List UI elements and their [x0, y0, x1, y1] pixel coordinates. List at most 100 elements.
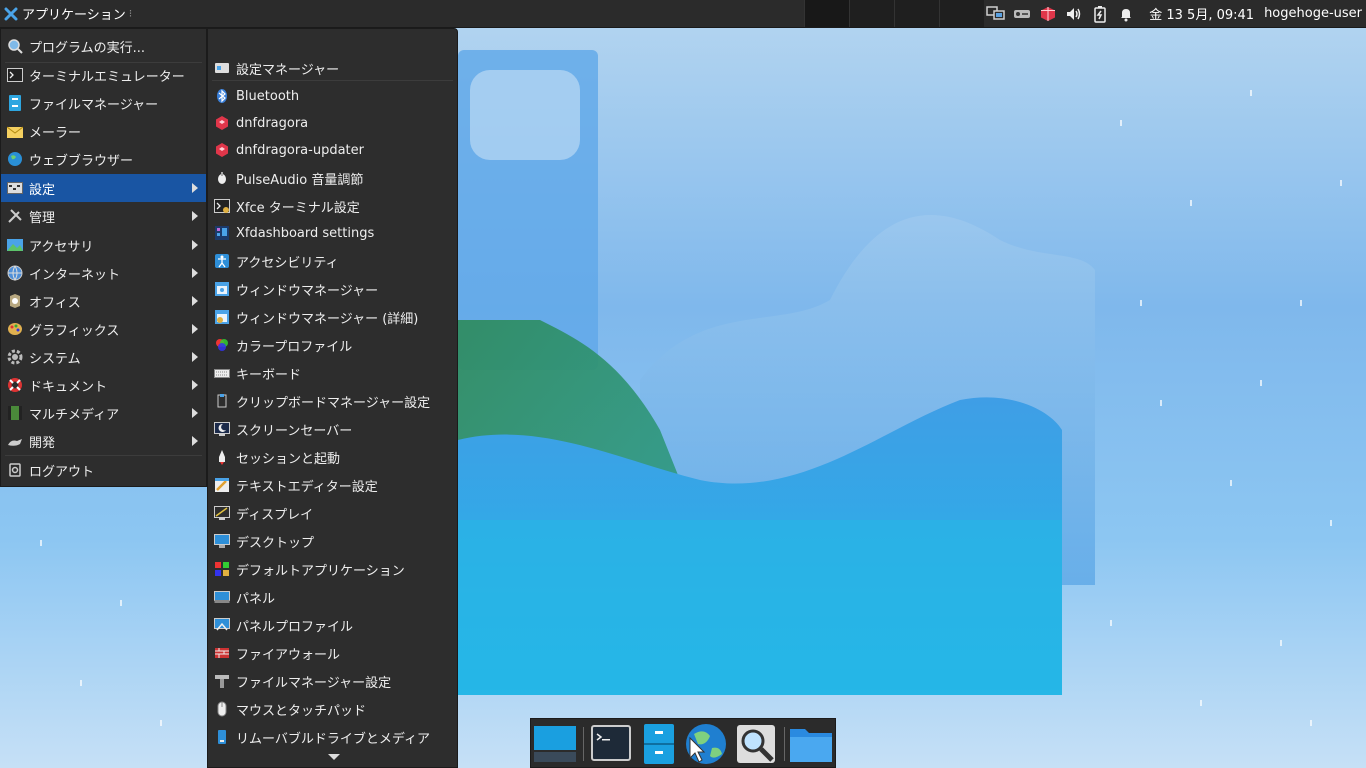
menu-item-label: 開発	[29, 435, 56, 451]
clock[interactable]: 金 13 5月, 09:41	[1149, 4, 1254, 23]
workspace-2[interactable]	[849, 0, 894, 27]
terminal-icon	[7, 67, 23, 83]
settings-item-label: ディスプレイ	[236, 507, 314, 523]
settings-item-window-manager[interactable]: ウィンドウマネージャー	[208, 275, 457, 303]
settings-item-panel[interactable]: パネル	[208, 583, 457, 611]
settings-item-label: Xfdashboard settings	[236, 225, 375, 241]
mail-icon	[6, 123, 24, 139]
development-icon	[7, 433, 23, 449]
menu-item-label: システム	[29, 351, 81, 367]
settings-item-window-manager-tweaks[interactable]: ウィンドウマネージャー (詳細)	[208, 303, 457, 331]
submenu-arrow-icon	[192, 352, 198, 362]
settings-item-screensaver[interactable]: スクリーンセーバー	[208, 415, 457, 443]
accessories-icon	[7, 237, 23, 253]
settings-item-label: dnfdragora-updater	[236, 142, 364, 158]
applications-menu-button[interactable]: アプリケーション ⁝	[0, 0, 138, 27]
xfdashboard-icon	[214, 225, 230, 241]
submenu-arrow-icon	[192, 380, 198, 390]
menu-item-logout[interactable]: ログアウト	[1, 456, 206, 484]
menu-item-mail[interactable]: メーラー	[1, 117, 206, 145]
menu-item-system[interactable]: システム	[1, 343, 206, 371]
menu-item-label: プログラムの実行...	[29, 40, 146, 56]
menu-item-settings[interactable]: 設定	[1, 174, 206, 202]
submenu-arrow-icon	[192, 183, 198, 193]
menu-item-accessories[interactable]: アクセサリ	[1, 231, 206, 259]
settings-item-default-apps[interactable]: デフォルトアプリケーション	[208, 555, 457, 583]
volume-icon[interactable]	[1063, 3, 1085, 25]
settings-item-bluetooth[interactable]: Bluetooth	[208, 82, 457, 110]
workspace-1[interactable]	[804, 0, 849, 27]
settings-item-display[interactable]: ディスプレイ	[208, 499, 457, 527]
show-desktop-icon[interactable]	[533, 722, 577, 766]
terminal-icon[interactable]	[589, 722, 633, 766]
battery-icon[interactable]	[1089, 3, 1111, 25]
panel-separator-handle[interactable]: ⁝	[129, 7, 133, 20]
mouse-icon	[214, 701, 230, 717]
graphics-icon	[7, 321, 23, 337]
web-browser-icon[interactable]	[684, 722, 728, 766]
settings-item-panel-profile[interactable]: パネルプロファイル	[208, 611, 457, 639]
panel-icon	[214, 589, 230, 605]
menu-item-file-manager[interactable]: ファイルマネージャー	[1, 89, 206, 117]
display-icon	[214, 505, 230, 521]
settings-item-desktop[interactable]: デスクトップ	[208, 527, 457, 555]
settings-item-settings-manager[interactable]: 設定マネージャー	[208, 54, 457, 82]
firewall-icon	[214, 645, 230, 661]
network-icon[interactable]	[985, 3, 1007, 25]
settings-item-keyboard[interactable]: キーボード	[208, 359, 457, 387]
menu-item-terminal[interactable]: ターミナルエミュレーター	[1, 61, 206, 89]
workspace-3[interactable]	[894, 0, 939, 27]
settings-item-label: Bluetooth	[236, 88, 300, 104]
system-gear-icon	[7, 349, 23, 365]
settings-item-text-editor[interactable]: テキストエディター設定	[208, 471, 457, 499]
menu-item-internet[interactable]: インターネット	[1, 259, 206, 287]
file-manager-icon	[7, 95, 23, 111]
menu-item-development[interactable]: 開発	[1, 427, 206, 455]
settings-item-dnfdragora-updater[interactable]: dnfdragora-updater	[208, 136, 457, 164]
file-manager-icon[interactable]	[637, 722, 681, 766]
settings-item-label: Xfce ターミナル設定	[236, 200, 360, 216]
settings-item-accessibility[interactable]: アクセシビリティ	[208, 247, 457, 275]
menu-item-label: アクセサリ	[29, 239, 94, 255]
keyboard-icon	[214, 365, 230, 381]
settings-item-mouse[interactable]: マウスとタッチパッド	[208, 695, 457, 723]
menu-item-office[interactable]: オフィス	[1, 287, 206, 315]
settings-item-label: パネル	[236, 591, 276, 607]
settings-item-file-manager-settings[interactable]: ファイルマネージャー設定	[208, 667, 457, 695]
settings-item-label: dnfdragora	[236, 115, 309, 131]
settings-item-label: カラープロファイル	[236, 339, 353, 355]
package-updater-icon[interactable]	[1037, 3, 1059, 25]
logout-icon	[7, 462, 23, 478]
submenu-arrow-icon	[192, 436, 198, 446]
menu-item-web-browser[interactable]: ウェブブラウザー	[1, 145, 206, 173]
settings-item-color-profile[interactable]: カラープロファイル	[208, 331, 457, 359]
settings-item-removable-drives[interactable]: リムーバブルドライブとメディア	[208, 723, 457, 751]
menu-item-label: ログアウト	[29, 464, 95, 480]
bluetooth-icon	[214, 88, 230, 104]
bottom-dock	[530, 718, 836, 768]
dock-separator	[784, 727, 785, 761]
admin-tools-icon	[7, 208, 23, 224]
settings-item-xfce-terminal[interactable]: Xfce ターミナル設定	[208, 192, 457, 220]
settings-submenu: 設定マネージャー Bluetooth dnfdragora dnfdragora…	[207, 28, 458, 768]
settings-item-pulseaudio[interactable]: PulseAudio 音量調節	[208, 164, 457, 192]
notification-bell-icon[interactable]	[1115, 3, 1137, 25]
menu-item-multimedia[interactable]: マルチメディア	[1, 399, 206, 427]
menu-item-admin[interactable]: 管理	[1, 202, 206, 230]
settings-item-label: クリップボードマネージャー設定	[236, 395, 431, 411]
settings-item-clipboard[interactable]: クリップボードマネージャー設定	[208, 387, 457, 415]
menu-scroll-down-arrow-icon[interactable]	[328, 754, 340, 760]
office-icon	[7, 293, 23, 309]
menu-item-graphics[interactable]: グラフィックス	[1, 315, 206, 343]
settings-item-dnfdragora[interactable]: dnfdragora	[208, 109, 457, 137]
settings-item-xfdashboard[interactable]: Xfdashboard settings	[208, 219, 457, 247]
drive-icon[interactable]	[1011, 3, 1033, 25]
menu-item-run-program[interactable]: プログラムの実行...	[1, 32, 206, 60]
folder-icon[interactable]	[789, 722, 833, 766]
user-name[interactable]: hogehoge-user	[1264, 6, 1362, 21]
workspace-4[interactable]	[939, 0, 984, 27]
app-finder-icon[interactable]	[734, 722, 778, 766]
settings-item-firewall[interactable]: ファイアウォール	[208, 639, 457, 667]
settings-item-session-startup[interactable]: セッションと起動	[208, 443, 457, 471]
menu-item-documents[interactable]: ドキュメント	[1, 371, 206, 399]
